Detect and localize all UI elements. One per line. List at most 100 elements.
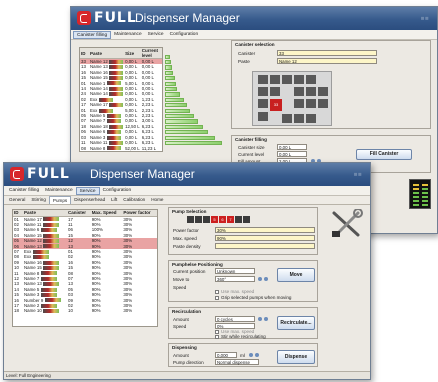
canister-field[interactable]: 33 — [277, 50, 377, 56]
dispense-button[interactable]: Dispense — [277, 350, 315, 364]
power-factor-field[interactable]: 30% — [215, 227, 315, 233]
move-button[interactable]: Move — [277, 268, 315, 282]
col-size[interactable]: Size — [124, 48, 141, 59]
menu-service[interactable]: Service — [75, 186, 100, 195]
move-to-field[interactable]: 360° — [215, 276, 255, 282]
spin-down-icon[interactable] — [258, 277, 262, 281]
pump-slot[interactable] — [243, 216, 250, 223]
tools-icon — [332, 209, 363, 237]
col-level[interactable]: Current level — [140, 48, 162, 59]
menu-canister-filling[interactable]: Canister filling — [6, 187, 42, 195]
canister-cell[interactable] — [270, 75, 280, 84]
pump-slot[interactable] — [195, 216, 202, 223]
canister-selection-title: Canister selection — [235, 42, 275, 47]
row-paste-name: Exx — [24, 254, 32, 260]
menu-maintenance[interactable]: Maintenance — [42, 187, 75, 195]
canister-cell[interactable] — [270, 87, 280, 96]
canister-cell[interactable] — [294, 87, 304, 96]
spin-up-icon[interactable] — [264, 277, 268, 281]
tab-pumps[interactable]: Pumps — [48, 196, 72, 204]
canister-cell[interactable] — [318, 87, 328, 96]
menu-service[interactable]: Service — [145, 31, 167, 39]
max-speed-field[interactable]: 90% — [215, 235, 315, 241]
pump-slot[interactable] — [235, 216, 242, 223]
level-bar — [165, 65, 172, 70]
position-speed-label: Speed — [173, 285, 187, 290]
table-row[interactable]: 08 Name 8 52,00 L 11,23 L — [80, 146, 162, 151]
tab-lift[interactable]: Lift — [108, 196, 120, 204]
use-max-speed-checkbox[interactable] — [215, 290, 219, 294]
menu-maintenance[interactable]: Maintenance — [111, 31, 144, 39]
recirculation-group: Recirculation Amount 0 cycles Speed 0% U… — [168, 307, 318, 339]
paste-field[interactable]: Name 12 — [277, 58, 377, 64]
menu-canister-filling[interactable]: Canister filling — [73, 30, 112, 39]
level-bar — [165, 108, 191, 113]
tab-dispenserhead[interactable]: Dispenserhead — [71, 196, 108, 204]
level-bar — [165, 135, 215, 140]
tab-general[interactable]: General — [6, 196, 28, 204]
paste-density-field[interactable] — [215, 243, 315, 249]
dispense-amount-field[interactable]: 0,000 — [215, 352, 237, 358]
canister-cell[interactable] — [282, 75, 292, 84]
positioning-group: Pumphelse Positioning Current position U… — [168, 260, 318, 302]
menu-configuration[interactable]: Configuration — [100, 187, 135, 195]
canister-cell[interactable] — [306, 75, 316, 84]
stir-checkbox[interactable] — [215, 335, 219, 339]
canister-cell[interactable] — [318, 99, 328, 108]
canister-cell[interactable] — [294, 75, 304, 84]
tab-home[interactable]: Home — [148, 196, 166, 204]
color-swatch — [109, 92, 124, 97]
level-bar — [165, 140, 223, 146]
canister-cell[interactable] — [258, 87, 268, 96]
canister-cell[interactable] — [294, 114, 304, 123]
canister-cell[interactable] — [306, 99, 316, 108]
pump-slot[interactable] — [187, 216, 194, 223]
level-bar — [165, 119, 199, 124]
tab-stirring[interactable]: Stirring — [28, 196, 49, 204]
canister-cell[interactable] — [294, 99, 304, 108]
row-paste: Name 10 — [23, 308, 67, 313]
spin-down-icon[interactable] — [249, 353, 253, 357]
level-bar — [165, 130, 209, 135]
recirculate-button[interactable]: Recirculate... — [277, 316, 315, 330]
pump-slot-selected[interactable]: 7 — [227, 216, 234, 223]
canister-cell[interactable] — [306, 114, 316, 123]
back-app-title: Dispenser Manager — [135, 11, 240, 25]
col-paste[interactable]: Paste — [89, 48, 125, 59]
pump-direction-select[interactable]: Normal dispense — [215, 359, 259, 365]
level-bar — [165, 70, 173, 76]
canister-cell[interactable] — [258, 75, 268, 84]
color-swatch — [106, 119, 121, 124]
canister-cell-selected[interactable]: 33 — [270, 99, 282, 111]
front-title-bar: FULL Dispenser Manager ▪▪ — [4, 163, 370, 186]
canister-cell[interactable] — [258, 99, 268, 108]
menu-configuration[interactable]: Configuration — [167, 31, 202, 39]
row-paste: Name 8 — [89, 146, 124, 151]
canister-cell[interactable] — [306, 87, 316, 96]
color-swatch — [40, 293, 57, 298]
grip-pumps-checkbox[interactable] — [215, 296, 219, 300]
table-row[interactable]: 18 Name 10 10 90% 30% — [13, 308, 157, 313]
row-paste-name: Name 15 — [24, 265, 42, 271]
pump-slot-selected[interactable]: 5 — [211, 216, 218, 223]
front-logo-text: FULL — [27, 166, 70, 182]
tab-calibration[interactable]: Calibration — [120, 196, 148, 204]
level-bar — [165, 113, 195, 119]
row-paste-name: Name 14 — [90, 91, 108, 97]
col-id[interactable]: ID — [80, 48, 89, 59]
recirculation-amount-field[interactable]: 0 cycles — [215, 316, 255, 322]
spin-up-icon[interactable] — [255, 353, 259, 357]
pump-slot[interactable] — [203, 216, 210, 223]
recirc-max-speed-checkbox[interactable] — [215, 330, 219, 334]
color-swatch — [109, 103, 124, 108]
spin-up-icon[interactable] — [264, 317, 268, 321]
fill-canister-button[interactable]: Fill Canister — [356, 149, 412, 160]
recirculation-title: Recirculation — [172, 309, 202, 314]
color-swatch — [109, 86, 124, 91]
spin-down-icon[interactable] — [258, 317, 262, 321]
pump-slot-selected[interactable]: 6 — [219, 216, 226, 223]
use-max-speed-label: Use max. speed — [221, 289, 255, 294]
canister-cell[interactable] — [258, 112, 268, 121]
canister-cell[interactable] — [282, 114, 292, 123]
row-paste-name: Name 12 — [24, 238, 42, 244]
